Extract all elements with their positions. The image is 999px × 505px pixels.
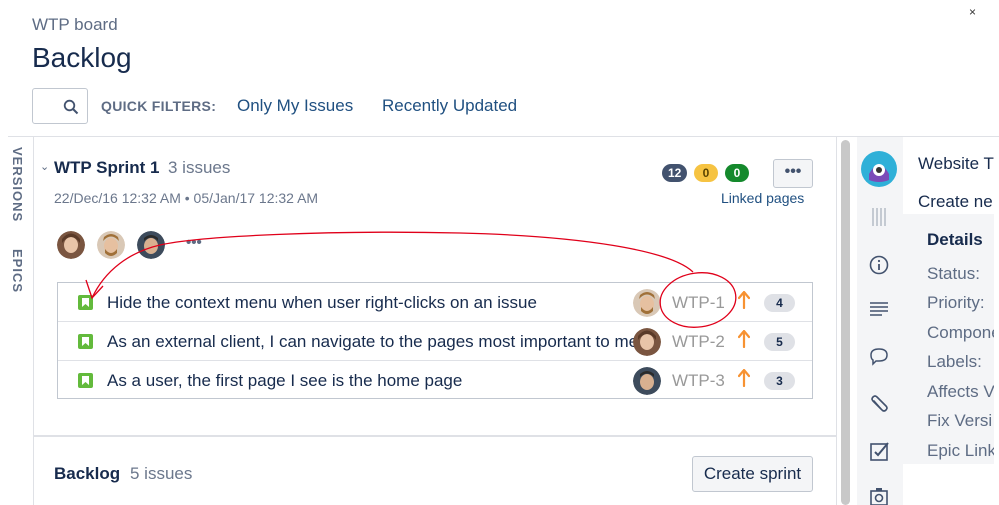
- story-icon: [78, 334, 93, 349]
- filter-recently-updated[interactable]: Recently Updated: [382, 96, 517, 116]
- backlog-left-border: [33, 137, 34, 505]
- scrollbar[interactable]: [841, 140, 850, 505]
- page-title: Backlog: [32, 42, 132, 73]
- status-badge-todo: 12: [662, 164, 688, 182]
- info-icon[interactable]: [867, 253, 891, 282]
- estimate-badge: 5: [764, 333, 795, 351]
- status-badge-inprogress: 0: [694, 164, 718, 182]
- arrow-up-icon: [737, 329, 751, 353]
- project-avatar-icon: [860, 150, 898, 193]
- sprint-more-button[interactable]: •••: [773, 159, 813, 188]
- create-sprint-button[interactable]: Create sprint: [692, 456, 813, 492]
- table-row[interactable]: As a user, the first page I see is the h…: [58, 361, 812, 400]
- status-badge-done: 0: [725, 164, 749, 182]
- description-icon[interactable]: [867, 299, 891, 326]
- avatar[interactable]: [57, 231, 85, 259]
- tab-epics[interactable]: EPICS: [10, 249, 25, 293]
- comment-icon[interactable]: [867, 346, 891, 373]
- arrow-up-icon: [737, 368, 751, 392]
- header-divider: [8, 136, 999, 137]
- story-icon: [78, 373, 93, 388]
- project-title[interactable]: Website T: [918, 154, 994, 174]
- search-input[interactable]: [32, 88, 88, 124]
- field-label-components: Compone: [927, 323, 999, 342]
- filter-only-my-issues[interactable]: Only My Issues: [237, 96, 353, 116]
- linked-pages-link[interactable]: Linked pages: [721, 190, 804, 206]
- field-label-epic-link: Epic Link: [927, 441, 996, 460]
- issue-summary: Hide the context menu when user right-cl…: [107, 293, 537, 312]
- field-label-affects-versions: Affects V: [927, 382, 995, 401]
- board-name[interactable]: WTP board: [32, 15, 118, 35]
- arrow-up-icon: [737, 290, 751, 314]
- sprint-issue-count: 3 issues: [168, 158, 231, 177]
- estimate-badge: 4: [764, 294, 795, 312]
- avatar[interactable]: [137, 231, 165, 259]
- estimate-badge: 3: [764, 372, 795, 390]
- sprint-issue-list: Hide the context menu when user right-cl…: [57, 282, 813, 399]
- table-row[interactable]: Hide the context menu when user right-cl…: [58, 283, 812, 322]
- search-icon: [63, 99, 79, 115]
- avatar: [633, 367, 661, 395]
- sprint-name: WTP Sprint 1: [54, 158, 160, 177]
- field-label-labels: Labels:: [927, 352, 982, 371]
- issue-key[interactable]: WTP-2: [672, 332, 725, 352]
- backlog-right-border: [836, 137, 837, 505]
- backlog-issue-count: 5 issues: [130, 464, 193, 483]
- checklist-icon[interactable]: [867, 440, 891, 469]
- window-edge: [994, 137, 999, 505]
- table-row[interactable]: As an external client, I can navigate to…: [58, 322, 812, 361]
- drag-handle-icon[interactable]: [867, 206, 891, 233]
- chevron-down-icon[interactable]: ⌄: [40, 160, 49, 173]
- issue-key[interactable]: WTP-3: [672, 371, 725, 391]
- attachment-icon[interactable]: [867, 393, 891, 422]
- close-icon[interactable]: ×: [969, 5, 976, 19]
- quick-filters-label: QUICK FILTERS:: [101, 98, 217, 114]
- story-icon: [78, 295, 93, 310]
- field-label-status: Status:: [927, 264, 980, 283]
- camera-icon[interactable]: [867, 486, 891, 505]
- details-heading: Details: [927, 230, 983, 249]
- issue-key[interactable]: WTP-1: [672, 293, 725, 313]
- section-divider: [34, 435, 836, 437]
- field-label-fix-versions: Fix Versi: [927, 411, 993, 430]
- avatar[interactable]: [97, 231, 125, 259]
- field-label-priority: Priority:: [927, 293, 985, 312]
- backlog-title: Backlog: [54, 464, 121, 483]
- create-text: Create ne: [918, 192, 993, 211]
- tab-versions[interactable]: VERSIONS: [10, 147, 25, 222]
- issue-summary: As a user, the first page I see is the h…: [107, 371, 463, 390]
- avatar: [633, 289, 661, 317]
- avatar: [633, 328, 661, 356]
- more-assignees-button[interactable]: •••: [186, 234, 202, 251]
- sprint-dates: 22/Dec/16 12:32 AM • 05/Jan/17 12:32 AM: [54, 190, 319, 206]
- issue-summary: As an external client, I can navigate to…: [107, 332, 639, 351]
